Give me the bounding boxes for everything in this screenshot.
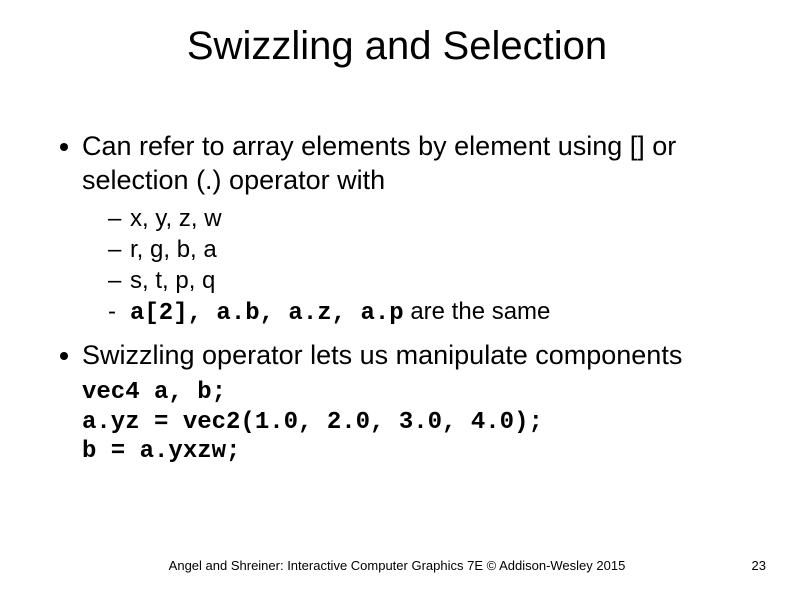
dash-icon: – — [108, 266, 130, 296]
code-inline: a[2], a.b, a.z, a.p — [130, 300, 404, 327]
sub-item: - a[2], a.b, a.z, a.p are the same — [108, 297, 740, 329]
bullet-item: Swizzling operator lets us manipulate co… — [60, 339, 740, 373]
bullet-text: Swizzling operator lets us manipulate co… — [82, 339, 682, 373]
sub-item: – s, t, p, q — [108, 266, 740, 296]
code-block: vec4 a, b; a.yz = vec2(1.0, 2.0, 3.0, 4.… — [82, 378, 740, 466]
dash-icon: – — [108, 204, 130, 234]
sub-text: a[2], a.b, a.z, a.p are the same — [130, 297, 550, 329]
dash-icon: – — [108, 235, 130, 265]
bullet-dot-icon — [60, 352, 68, 360]
sub-item: – x, y, z, w — [108, 204, 740, 234]
sub-list: – x, y, z, w – r, g, b, a – s, t, p, q -… — [108, 204, 740, 329]
sub-text-suffix: are the same — [404, 298, 551, 325]
sub-text: s, t, p, q — [130, 266, 215, 296]
bullet-text: Can refer to array elements by element u… — [82, 130, 740, 198]
footer-text: Angel and Shreiner: Interactive Computer… — [0, 558, 794, 573]
slide-title: Swizzling and Selection — [0, 24, 794, 69]
bullet-item: Can refer to array elements by element u… — [60, 130, 740, 198]
bullet-dot-icon — [60, 143, 68, 151]
sub-item: – r, g, b, a — [108, 235, 740, 265]
page-number: 23 — [752, 558, 766, 573]
slide-body: Can refer to array elements by element u… — [60, 130, 740, 466]
dash-icon: - — [108, 297, 130, 329]
sub-text: x, y, z, w — [130, 204, 222, 234]
sub-text: r, g, b, a — [130, 235, 217, 265]
slide: Swizzling and Selection Can refer to arr… — [0, 0, 794, 595]
